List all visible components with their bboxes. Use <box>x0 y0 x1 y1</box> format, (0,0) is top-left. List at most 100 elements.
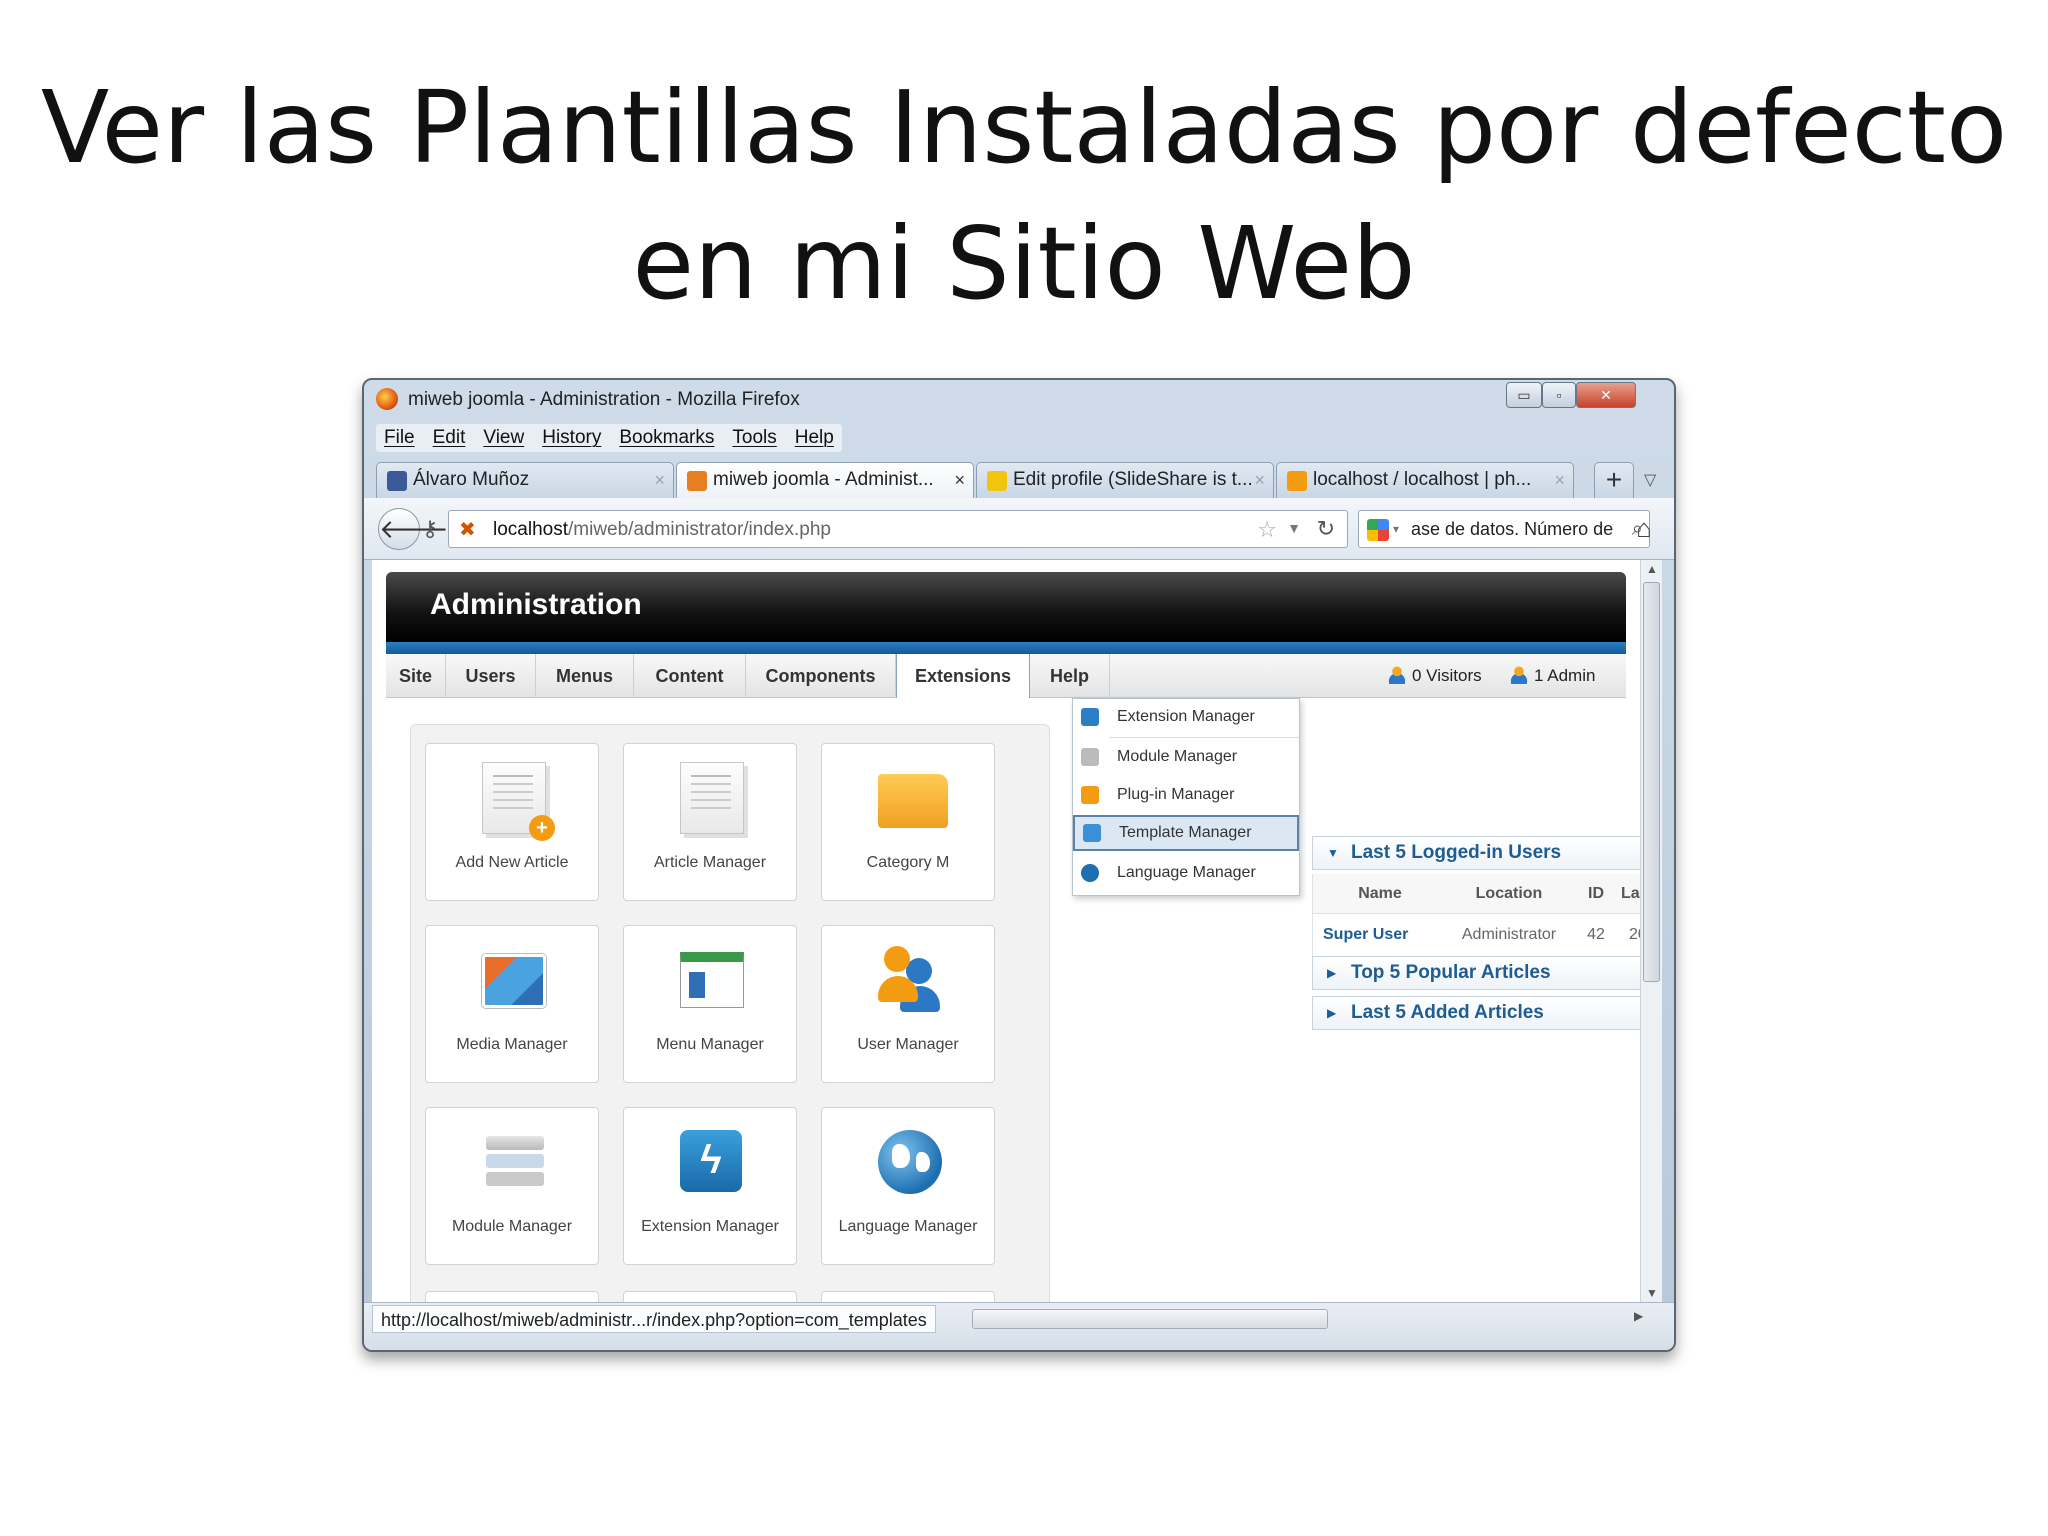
tab-slideshare[interactable]: Edit profile (SlideShare is t... × <box>976 462 1274 498</box>
menu-file[interactable]: File <box>384 424 415 452</box>
new-tab-button[interactable]: + <box>1594 462 1634 498</box>
admin-menu-extensions[interactable]: Extensions <box>896 654 1030 698</box>
extensions-dropdown: Extension Manager Module Manager Plug-in… <box>1072 698 1300 896</box>
dropdown-template-manager[interactable]: Template Manager <box>1073 815 1299 851</box>
menu-icon <box>680 952 744 1008</box>
joomla-icon <box>687 471 707 491</box>
panel-added-articles[interactable]: ▶ Last 5 Added Articles <box>1312 996 1642 1030</box>
tile-article-manager[interactable]: Article Manager <box>623 743 797 901</box>
admin-menu-components[interactable]: Components <box>746 654 896 698</box>
tile-label: Add New Article <box>455 854 569 871</box>
maximize-button[interactable]: ▫ <box>1542 382 1576 408</box>
menu-edit[interactable]: Edit <box>433 424 466 452</box>
tile-label: Extension Manager <box>641 1218 779 1235</box>
user-icon <box>878 944 942 1016</box>
extension-icon <box>1081 708 1099 726</box>
menu-history[interactable]: History <box>542 424 601 452</box>
tab-label: localhost / localhost | ph... <box>1313 469 1532 490</box>
dropdown-plugin-manager[interactable]: Plug-in Manager <box>1073 777 1299 813</box>
tile-add-new-article[interactable]: + Add New Article <box>425 743 599 901</box>
column-header: Location <box>1447 874 1571 914</box>
control-panel: + Add New Article Article Manager Catego… <box>410 724 1050 1302</box>
page-viewport: Administration Site Users Menus Content … <box>372 560 1648 1302</box>
menu-bookmarks[interactable]: Bookmarks <box>619 424 714 452</box>
back-button[interactable]: 🡐 <box>378 508 449 550</box>
firefox-icon <box>376 388 398 410</box>
reload-icon[interactable]: ↻ <box>1317 516 1335 542</box>
window-title: miweb joomla - Administration - Mozilla … <box>408 389 800 410</box>
tile-module-manager[interactable]: Module Manager <box>425 1107 599 1265</box>
tile-user-manager[interactable]: User Manager <box>821 925 995 1083</box>
slide-title: Ver las Plantillas Instaladas por defect… <box>0 60 2048 332</box>
tab-close-icon[interactable]: × <box>1554 463 1565 497</box>
minimize-button[interactable]: ▭ <box>1506 382 1542 408</box>
menu-view[interactable]: View <box>483 424 524 452</box>
user-location: Administrator <box>1461 926 1557 943</box>
module-icon <box>1081 748 1099 766</box>
slide-title-line-1: Ver las Plantillas Instaladas por defect… <box>40 69 2008 186</box>
globe-icon <box>878 1130 942 1194</box>
tile-category-manager[interactable]: Category M <box>821 743 995 901</box>
tile-menu-manager[interactable]: Menu Manager <box>623 925 797 1083</box>
extension-icon: ϟ <box>680 1130 742 1192</box>
dropdown-module-manager[interactable]: Module Manager <box>1073 739 1299 775</box>
dropdown-extension-manager[interactable]: Extension Manager <box>1073 699 1299 735</box>
admin-menu-help[interactable]: Help <box>1030 654 1110 698</box>
horizontal-scrollbar[interactable] <box>972 1309 1328 1329</box>
status-url: http://localhost/miweb/administr...r/ind… <box>372 1305 936 1333</box>
tab-close-icon[interactable]: × <box>654 463 665 497</box>
tab-miweb-admin[interactable]: miweb joomla - Administ... × <box>676 462 974 498</box>
plugin-icon <box>1081 786 1099 804</box>
scroll-down-icon[interactable]: ▼ <box>1646 1286 1658 1300</box>
dropdown-divider <box>1109 737 1299 738</box>
globe-icon <box>1081 864 1099 882</box>
menu-help[interactable]: Help <box>795 424 834 452</box>
folder-icon <box>878 774 948 828</box>
tile-extension-manager[interactable]: ϟ Extension Manager <box>623 1107 797 1265</box>
user-name-link[interactable]: Super User <box>1323 915 1447 955</box>
window-titlebar: miweb joomla - Administration - Mozilla … <box>364 380 1674 416</box>
scrollbar-thumb[interactable] <box>1643 582 1660 982</box>
panel-popular-articles[interactable]: ▶ Top 5 Popular Articles <box>1312 956 1642 990</box>
collapsed-triangle-icon: ▶ <box>1327 966 1337 980</box>
search-engine-dropdown-icon[interactable]: ▾ <box>1393 511 1399 547</box>
admin-menu-site[interactable]: Site <box>386 654 446 698</box>
status-bar: http://localhost/miweb/administr...r/ind… <box>364 1302 1674 1350</box>
tile-label: Category M <box>866 854 950 871</box>
tile-language-manager[interactable]: Language Manager <box>821 1107 995 1265</box>
tab-close-icon[interactable]: × <box>1254 463 1265 497</box>
google-icon[interactable] <box>1367 519 1389 541</box>
navigation-bar: 🡐 ⚷ ✖ localhost/miweb/administrator/inde… <box>364 498 1674 560</box>
admin-menu-menus[interactable]: Menus <box>536 654 634 698</box>
scroll-up-icon[interactable]: ▲ <box>1646 562 1658 576</box>
dropdown-language-manager[interactable]: Language Manager <box>1073 855 1299 891</box>
admin-menu-content[interactable]: Content <box>634 654 746 698</box>
tile-partial[interactable] <box>821 1291 995 1302</box>
close-button[interactable]: ✕ <box>1576 382 1636 408</box>
tab-list-chevron-icon[interactable]: ▽ <box>1644 470 1656 490</box>
template-icon <box>1083 824 1101 842</box>
tab-phpmyadmin[interactable]: localhost / localhost | ph... × <box>1276 462 1574 498</box>
search-input[interactable]: ▾ ase de datos. Número de ⌕ <box>1358 510 1650 548</box>
menu-tools[interactable]: Tools <box>732 424 776 452</box>
scroll-right-icon[interactable]: ▶ <box>1634 1309 1643 1323</box>
url-bar[interactable]: ✖ localhost/miweb/administrator/index.ph… <box>448 510 1348 548</box>
column-header: Name <box>1313 874 1447 914</box>
vertical-scrollbar[interactable]: ▲ ▼ <box>1640 560 1662 1302</box>
expanded-triangle-icon: ▼ <box>1327 846 1339 860</box>
admin-header: Administration <box>386 572 1626 642</box>
admin-menu: Site Users Menus Content Components Exte… <box>386 654 1626 698</box>
tile-partial[interactable] <box>623 1291 797 1302</box>
tile-media-manager[interactable]: Media Manager <box>425 925 599 1083</box>
slide-title-line-2: en mi Sitio Web <box>632 205 1416 322</box>
add-article-icon: + <box>482 762 555 841</box>
tab-close-icon[interactable]: × <box>954 463 965 497</box>
tile-partial[interactable] <box>425 1291 599 1302</box>
panel-logged-in-users[interactable]: ▼ Last 5 Logged-in Users <box>1312 836 1642 870</box>
tab-alvaro[interactable]: Álvaro Muñoz × <box>376 462 674 498</box>
home-icon[interactable]: ⌂ <box>1624 510 1664 548</box>
admin-menu-users[interactable]: Users <box>446 654 536 698</box>
url-dropdown-icon[interactable]: ▼ <box>1287 520 1301 536</box>
bookmark-star-icon[interactable]: ☆ <box>1257 517 1277 543</box>
search-value: ase de datos. Número de <box>1411 519 1614 539</box>
